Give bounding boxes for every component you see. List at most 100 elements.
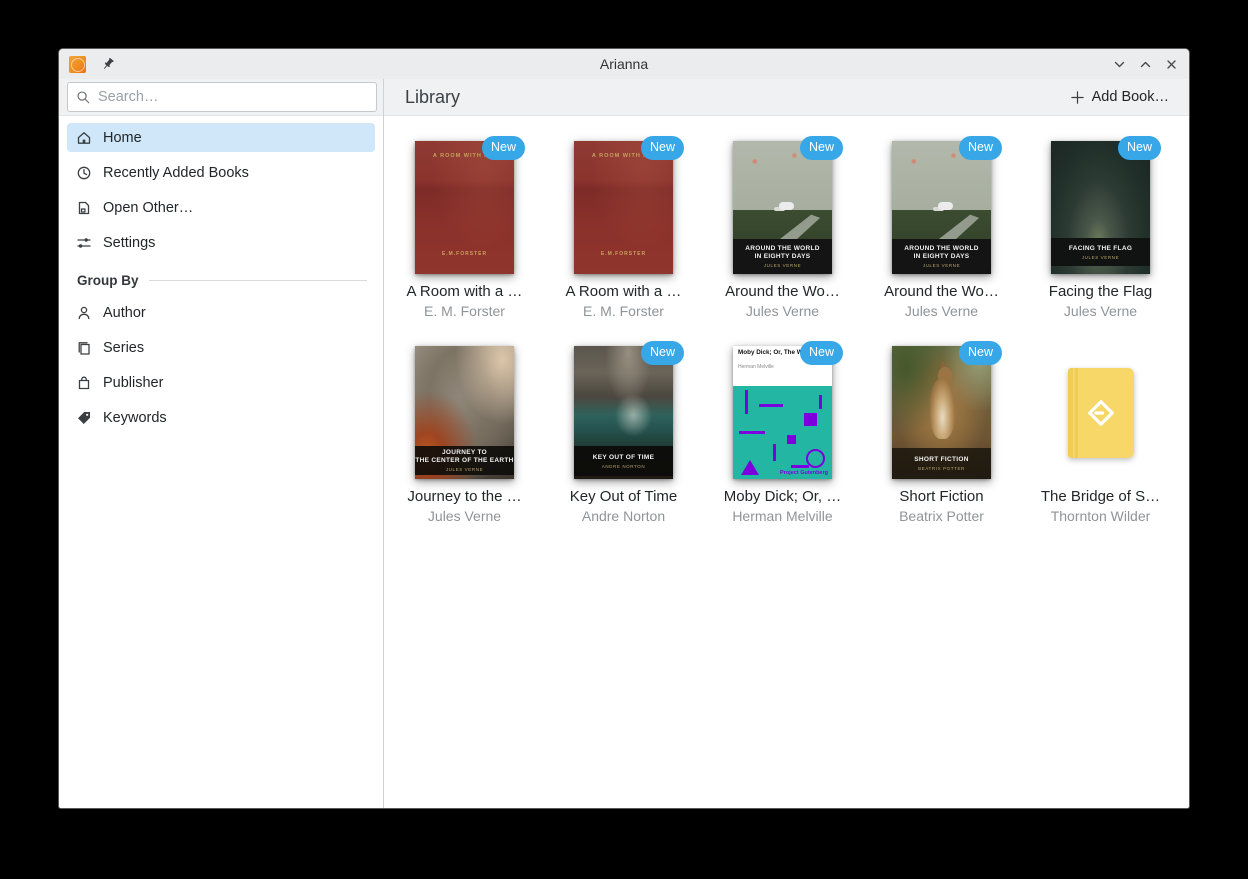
stacked-pages-icon — [76, 340, 92, 356]
book-title: A Room with a … — [407, 283, 523, 301]
titlebar: Arianna — [59, 49, 1189, 79]
sidebar-item-label: Publisher — [103, 375, 163, 391]
cover-art-train-smoke — [779, 202, 794, 210]
book-author: Jules Verne — [428, 508, 501, 525]
new-badge: New — [1118, 136, 1161, 160]
book-card[interactable]: Moby Dick; Or, The Whale Herman Melville… — [703, 346, 862, 526]
book-author: Jules Verne — [1064, 303, 1137, 320]
book-title: Around the Wo… — [884, 283, 999, 301]
book-author: Thornton Wilder — [1051, 508, 1151, 525]
book-card[interactable]: A ROOM WITH A V E.M.FORSTER New A Room w… — [544, 141, 703, 321]
book-cover-placeholder — [1051, 346, 1150, 479]
page-title: Library — [405, 87, 460, 108]
maximize-button[interactable] — [1137, 56, 1153, 72]
add-book-button[interactable]: Add Book… — [1064, 85, 1175, 109]
add-book-label: Add Book… — [1092, 89, 1169, 105]
book-title: Around the Wo… — [725, 283, 840, 301]
book-author: E. M. Forster — [424, 303, 505, 320]
cover-title-band: JOURNEY TO THE CENTER OF THE EARTH JULES… — [415, 446, 514, 475]
sidebar-item-open-other[interactable]: Open Other… — [67, 193, 375, 222]
open-file-icon — [76, 200, 92, 216]
new-badge: New — [800, 136, 843, 160]
main-toolbar: Library Add Book… — [384, 79, 1189, 116]
sidebar-item-label: Settings — [103, 235, 155, 251]
new-badge: New — [800, 341, 843, 365]
clock-icon — [76, 165, 92, 181]
book-card[interactable]: AROUND THE WORLD IN EIGHTY DAYS JULES VE… — [703, 141, 862, 321]
book-author: Andre Norton — [582, 508, 665, 525]
book-cover: SHORT FICTION BEATRIX POTTER New — [892, 346, 991, 479]
book-card[interactable]: KEY OUT OF TIME ANDRE NORTON New Key Out… — [544, 346, 703, 526]
home-icon — [76, 130, 92, 146]
book-author: Herman Melville — [732, 508, 832, 525]
search-box[interactable] — [67, 82, 377, 112]
sidebar-item-author[interactable]: Author — [67, 298, 375, 327]
epub-placeholder-icon — [1068, 368, 1134, 458]
book-grid: A ROOM WITH A V E.M.FORSTER New A Room w… — [384, 116, 1189, 526]
book-author: Jules Verne — [746, 303, 819, 320]
close-button[interactable] — [1163, 56, 1179, 72]
book-title: A Room with a … — [566, 283, 682, 301]
sidebar-header — [59, 79, 383, 116]
group-by-label: Group By — [77, 273, 139, 288]
epub-logo-icon — [1086, 398, 1116, 428]
tag-icon — [76, 410, 92, 426]
book-card[interactable]: The Bridge of S… Thornton Wilder — [1021, 346, 1180, 526]
cover-title-band: SHORT FICTION BEATRIX POTTER — [892, 448, 991, 479]
sidebar-item-label: Home — [103, 130, 142, 146]
sidebar-item-label: Series — [103, 340, 144, 356]
pin-icon[interactable] — [100, 56, 116, 72]
settings-sliders-icon — [76, 235, 92, 251]
cover-art-geometric — [733, 386, 832, 479]
book-title: Short Fiction — [899, 488, 983, 506]
cover-author-text: E.M.FORSTER — [415, 251, 514, 257]
sidebar-item-home[interactable]: Home — [67, 123, 375, 152]
book-cover: FACING THE FLAG JULES VERNE New — [1051, 141, 1150, 274]
new-badge: New — [641, 341, 684, 365]
sidebar-item-keywords[interactable]: Keywords — [67, 403, 375, 432]
book-cover: AROUND THE WORLD IN EIGHTY DAYS JULES VE… — [733, 141, 832, 274]
book-title: Key Out of Time — [570, 488, 678, 506]
sidebar-item-settings[interactable]: Settings — [67, 228, 375, 257]
book-author: Jules Verne — [905, 303, 978, 320]
new-badge: New — [482, 136, 525, 160]
book-cover: Moby Dick; Or, The Whale Herman Melville… — [733, 346, 832, 479]
book-author: Beatrix Potter — [899, 508, 984, 525]
window-title: Arianna — [59, 56, 1189, 72]
bag-icon — [76, 375, 92, 391]
minimize-button[interactable] — [1111, 56, 1127, 72]
search-icon — [76, 90, 91, 105]
group-by-divider — [149, 280, 367, 281]
person-icon — [76, 305, 92, 321]
book-card[interactable]: JOURNEY TO THE CENTER OF THE EARTH JULES… — [385, 346, 544, 526]
sidebar-item-label: Recently Added Books — [103, 165, 249, 181]
sidebar-item-recently-added[interactable]: Recently Added Books — [67, 158, 375, 187]
cover-author-text: E.M.FORSTER — [574, 251, 673, 257]
book-title: Facing the Flag — [1049, 283, 1152, 301]
book-title: The Bridge of S… — [1041, 488, 1160, 506]
book-card[interactable]: AROUND THE WORLD IN EIGHTY DAYS JULES VE… — [862, 141, 1021, 321]
book-card[interactable]: SHORT FICTION BEATRIX POTTER New Short F… — [862, 346, 1021, 526]
new-badge: New — [641, 136, 684, 160]
search-input[interactable] — [98, 89, 368, 105]
app-window: Arianna — [58, 48, 1190, 809]
app-menu-icon[interactable] — [69, 56, 86, 73]
book-cover: KEY OUT OF TIME ANDRE NORTON New — [574, 346, 673, 479]
cover-title-band: FACING THE FLAG JULES VERNE — [1051, 238, 1150, 266]
cover-art-train-smoke — [938, 202, 953, 210]
book-cover: A ROOM WITH A V E.M.FORSTER New — [574, 141, 673, 274]
book-card[interactable]: A ROOM WITH A V E.M.FORSTER New A Room w… — [385, 141, 544, 321]
new-badge: New — [959, 341, 1002, 365]
book-cover: A ROOM WITH A V E.M.FORSTER New — [415, 141, 514, 274]
group-by-header: Group By — [77, 273, 367, 288]
book-card[interactable]: FACING THE FLAG JULES VERNE New Facing t… — [1021, 141, 1180, 321]
book-author: E. M. Forster — [583, 303, 664, 320]
sidebar-item-publisher[interactable]: Publisher — [67, 368, 375, 397]
cover-art-squirrel — [930, 378, 956, 439]
cover-title-band: KEY OUT OF TIME ANDRE NORTON — [574, 446, 673, 477]
plus-icon — [1070, 90, 1085, 105]
book-cover: AROUND THE WORLD IN EIGHTY DAYS JULES VE… — [892, 141, 991, 274]
sidebar-item-series[interactable]: Series — [67, 333, 375, 362]
cover-title-band: AROUND THE WORLD IN EIGHTY DAYS JULES VE… — [733, 239, 832, 274]
cover-title-band: AROUND THE WORLD IN EIGHTY DAYS JULES VE… — [892, 239, 991, 274]
